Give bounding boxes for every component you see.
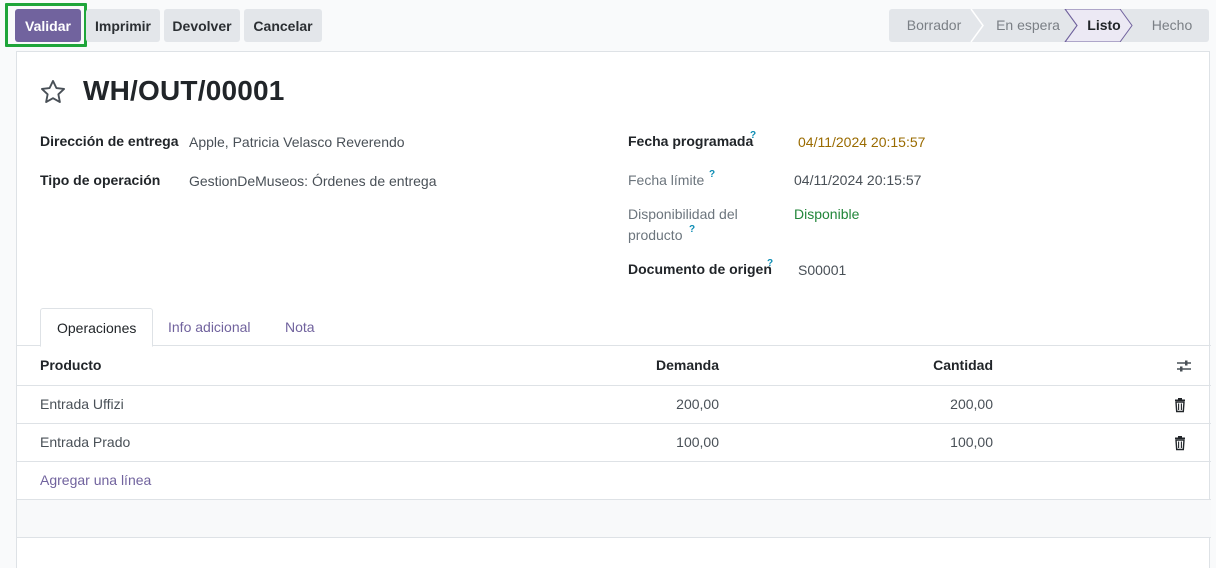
- deadline-help[interactable]: ?: [709, 169, 715, 180]
- deadline-value: 04/11/2024 20:15:57: [794, 172, 922, 188]
- tab-operaciones[interactable]: Operaciones: [40, 308, 154, 347]
- availability-value: Disponible: [794, 206, 860, 222]
- scheduled-date-label: Fecha programada: [628, 133, 754, 149]
- row-quantity[interactable]: 100,00: [847, 434, 993, 450]
- availability-label-line2: producto: [628, 227, 683, 243]
- column-producto[interactable]: Producto: [40, 357, 101, 373]
- trash-icon[interactable]: [1172, 435, 1188, 451]
- row-product[interactable]: Entrada Prado: [40, 434, 130, 450]
- validate-button-highlight: [5, 3, 87, 47]
- table-footer: [17, 500, 1211, 538]
- deadline-label: Fecha límite: [628, 172, 705, 188]
- scheduled-date-help[interactable]: ?: [750, 130, 756, 141]
- availability-help[interactable]: ?: [689, 224, 695, 235]
- stage-waiting[interactable]: En espera: [983, 9, 1073, 42]
- table-header: Producto Demanda Cantidad: [17, 346, 1211, 386]
- stage-ready[interactable]: Listo: [1075, 9, 1133, 42]
- table-row[interactable]: Entrada Uffizi 200,00 200,00: [17, 386, 1211, 424]
- print-button[interactable]: Imprimir: [86, 9, 160, 42]
- scheduled-date-value[interactable]: 04/11/2024 20:15:57: [798, 134, 925, 150]
- availability-label-line1: Disponibilidad del: [628, 206, 738, 222]
- row-demand[interactable]: 200,00: [577, 396, 719, 412]
- source-document-label: Documento de origen: [628, 261, 772, 277]
- row-product[interactable]: Entrada Uffizi: [40, 396, 124, 412]
- delivery-address-value[interactable]: Apple, Patricia Velasco Reverendo: [189, 134, 405, 150]
- form-sheet: WH/OUT/00001 Dirección de entrega Apple,…: [16, 51, 1211, 568]
- cancel-button[interactable]: Cancelar: [244, 9, 322, 42]
- stage-done[interactable]: Hecho: [1139, 9, 1205, 42]
- source-document-help[interactable]: ?: [767, 258, 773, 269]
- page-title: WH/OUT/00001: [83, 75, 285, 106]
- row-quantity[interactable]: 200,00: [847, 396, 993, 412]
- return-button[interactable]: Devolver: [164, 9, 240, 42]
- column-cantidad[interactable]: Cantidad: [847, 357, 993, 373]
- tab-nota[interactable]: Nota: [269, 308, 331, 346]
- source-document-value[interactable]: S00001: [798, 262, 846, 278]
- delivery-address-label: Dirección de entrega: [40, 133, 179, 149]
- star-icon[interactable]: [39, 78, 67, 106]
- trash-icon[interactable]: [1172, 397, 1188, 413]
- operation-type-value[interactable]: GestionDeMuseos: Órdenes de entrega: [189, 173, 436, 189]
- operation-type-label: Tipo de operación: [40, 172, 161, 188]
- control-panel: Validar Imprimir Devolver Cancelar Borra…: [0, 0, 1216, 50]
- add-line-row: Agregar una línea: [17, 462, 1211, 500]
- row-demand[interactable]: 100,00: [577, 434, 719, 450]
- column-demanda[interactable]: Demanda: [577, 357, 719, 373]
- sliders-icon[interactable]: [1176, 358, 1192, 374]
- status-bar: Borrador En espera Listo Hecho: [889, 9, 1209, 42]
- stage-draft[interactable]: Borrador: [889, 9, 979, 42]
- tab-info-adicional[interactable]: Info adicional: [152, 308, 267, 346]
- add-line-link[interactable]: Agregar una línea: [40, 472, 151, 488]
- table-row[interactable]: Entrada Prado 100,00 100,00: [17, 424, 1211, 462]
